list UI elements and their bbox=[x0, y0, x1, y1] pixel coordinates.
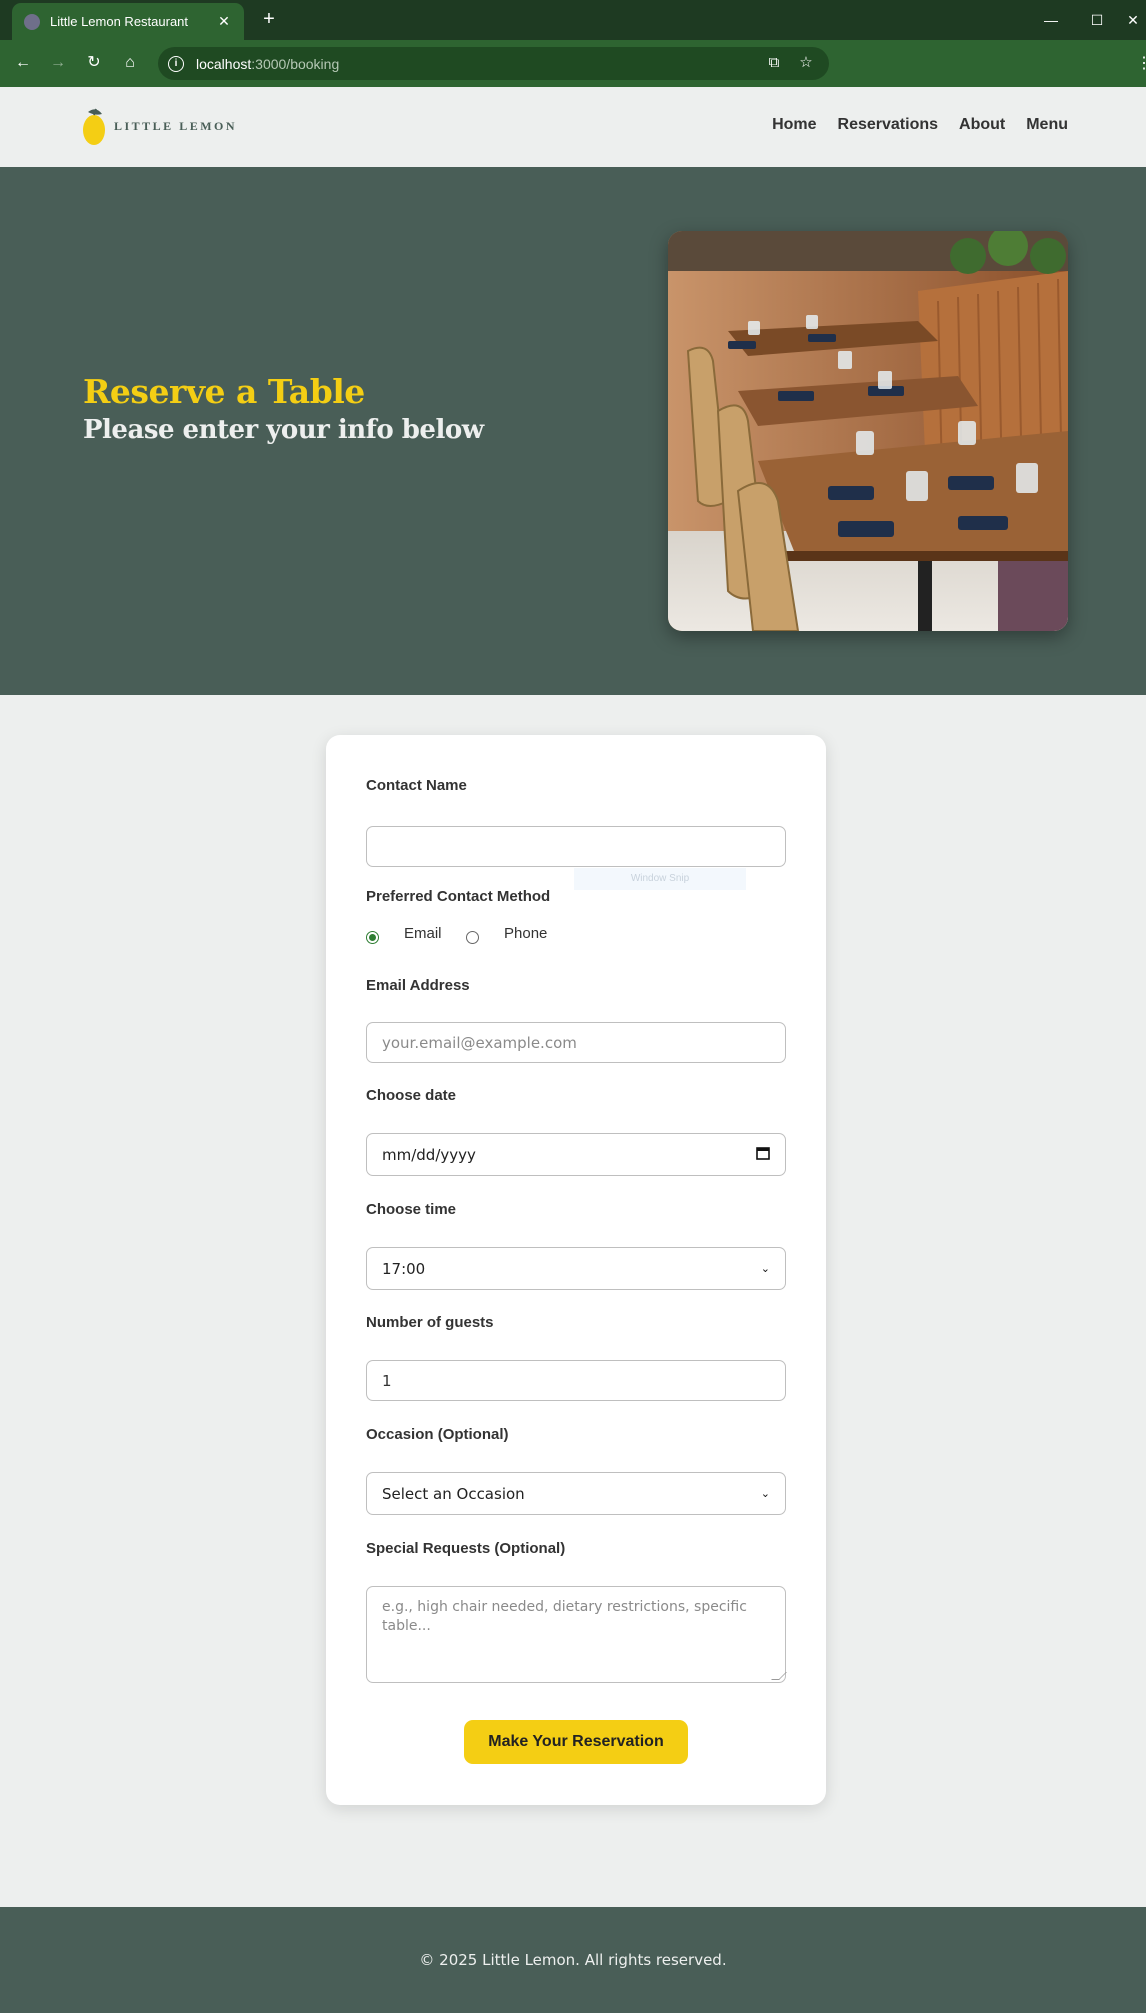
email-label: Email Address bbox=[366, 977, 470, 994]
url-host: localhost bbox=[196, 55, 252, 72]
hero-section: Reserve a Table Please enter your info b… bbox=[0, 167, 1146, 695]
reservation-form: Contact Name Preferred Contact Method Em… bbox=[326, 735, 826, 1805]
logo[interactable]: LITTLE LEMON bbox=[82, 106, 237, 146]
occasion-select[interactable]: Select an Occasion ⌄ bbox=[366, 1472, 786, 1515]
new-tab-button[interactable]: + bbox=[256, 7, 282, 33]
browser-toolbar: ← → ↻ ⌂ i localhost:3000/booking ⧉ ☆ ⋮ bbox=[0, 40, 1146, 87]
time-label: Choose time bbox=[366, 1201, 457, 1218]
calendar-icon[interactable] bbox=[756, 1146, 770, 1164]
back-icon[interactable]: ← bbox=[10, 50, 36, 76]
special-requests-textarea[interactable]: e.g., high chair needed, dietary restric… bbox=[366, 1586, 787, 1683]
site-footer: © 2025 Little Lemon. All rights reserved… bbox=[0, 1907, 1146, 2013]
phone-radio-label[interactable]: Phone bbox=[504, 925, 547, 942]
forward-icon[interactable]: → bbox=[45, 50, 71, 76]
minimize-window-button[interactable]: — bbox=[1028, 0, 1074, 40]
install-app-icon[interactable]: ⧉ bbox=[764, 53, 784, 73]
main-nav: Home Reservations About Menu bbox=[772, 116, 1068, 134]
email-field[interactable]: your.email@example.com bbox=[366, 1022, 786, 1063]
guests-input[interactable]: 1 bbox=[366, 1360, 786, 1401]
nav-about[interactable]: About bbox=[959, 116, 1005, 134]
chevron-down-icon: ⌄ bbox=[760, 1487, 770, 1500]
email-radio-label[interactable]: Email bbox=[404, 925, 442, 942]
site-header: LITTLE LEMON Home Reservations About Men… bbox=[0, 87, 1146, 167]
browser-menu-icon[interactable]: ⋮ bbox=[1136, 53, 1146, 73]
address-bar[interactable]: i localhost:3000/booking ⧉ ☆ bbox=[158, 47, 829, 80]
time-select[interactable]: 17:00 ⌄ bbox=[366, 1247, 786, 1290]
chevron-down-icon: ⌄ bbox=[760, 1262, 770, 1275]
lemon-logo-icon bbox=[82, 106, 108, 146]
time-value: 17:00 bbox=[382, 1259, 426, 1278]
close-window-button[interactable]: ✕ bbox=[1120, 0, 1146, 40]
reload-icon[interactable]: ↻ bbox=[81, 50, 107, 76]
logo-text: LITTLE LEMON bbox=[114, 118, 238, 133]
resize-handle-icon[interactable] bbox=[771, 1672, 787, 1680]
contact-name-input[interactable] bbox=[366, 826, 786, 867]
window-snip-overlay: Window Snip bbox=[574, 868, 746, 890]
date-input[interactable]: mm/dd/yyyy bbox=[366, 1133, 786, 1176]
date-value: mm/dd/yyyy bbox=[382, 1145, 476, 1164]
hero-title: Reserve a Table bbox=[83, 372, 365, 411]
hero-subtitle: Please enter your info below bbox=[83, 415, 484, 445]
occasion-label: Occasion (Optional) bbox=[366, 1426, 509, 1443]
close-tab-icon[interactable]: ✕ bbox=[212, 13, 236, 30]
requests-placeholder: e.g., high chair needed, dietary restric… bbox=[382, 1599, 747, 1634]
browser-tab-strip: Little Lemon Restaurant ✕ + — ☐ ✕ bbox=[0, 0, 1146, 40]
nav-menu[interactable]: Menu bbox=[1026, 116, 1068, 134]
tab-title: Little Lemon Restaurant bbox=[50, 14, 189, 29]
favicon-icon bbox=[24, 13, 40, 30]
make-reservation-button[interactable]: Make Your Reservation bbox=[464, 1720, 688, 1764]
occasion-value: Select an Occasion bbox=[382, 1484, 525, 1503]
bookmark-star-icon[interactable]: ☆ bbox=[796, 53, 816, 73]
url-path: :3000/booking bbox=[251, 55, 340, 72]
nav-home[interactable]: Home bbox=[772, 116, 816, 134]
email-radio[interactable] bbox=[366, 931, 379, 944]
date-label: Choose date bbox=[366, 1087, 457, 1104]
site-info-icon[interactable]: i bbox=[168, 55, 184, 72]
phone-radio[interactable] bbox=[466, 931, 479, 944]
guests-label: Number of guests bbox=[366, 1314, 494, 1331]
requests-label: Special Requests (Optional) bbox=[366, 1540, 566, 1557]
copyright-text: © 2025 Little Lemon. All rights reserved… bbox=[419, 1951, 727, 1969]
restaurant-photo bbox=[668, 231, 1068, 631]
home-icon[interactable]: ⌂ bbox=[117, 50, 143, 76]
contact-method-label: Preferred Contact Method bbox=[366, 888, 551, 905]
contact-name-label: Contact Name bbox=[366, 777, 467, 794]
browser-tab[interactable]: Little Lemon Restaurant ✕ bbox=[12, 3, 244, 40]
maximize-window-button[interactable]: ☐ bbox=[1074, 0, 1120, 40]
nav-reservations[interactable]: Reservations bbox=[838, 116, 939, 134]
